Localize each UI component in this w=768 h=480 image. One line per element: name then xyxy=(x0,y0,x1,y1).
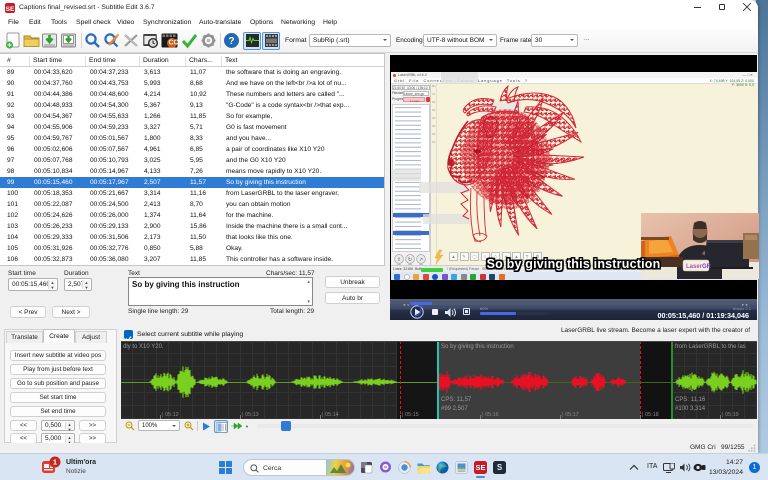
svg-text:1: 1 xyxy=(53,458,57,467)
svg-text:SE: SE xyxy=(6,6,15,13)
svg-text:?: ? xyxy=(228,36,234,47)
svg-text:CC: CC xyxy=(169,40,179,47)
